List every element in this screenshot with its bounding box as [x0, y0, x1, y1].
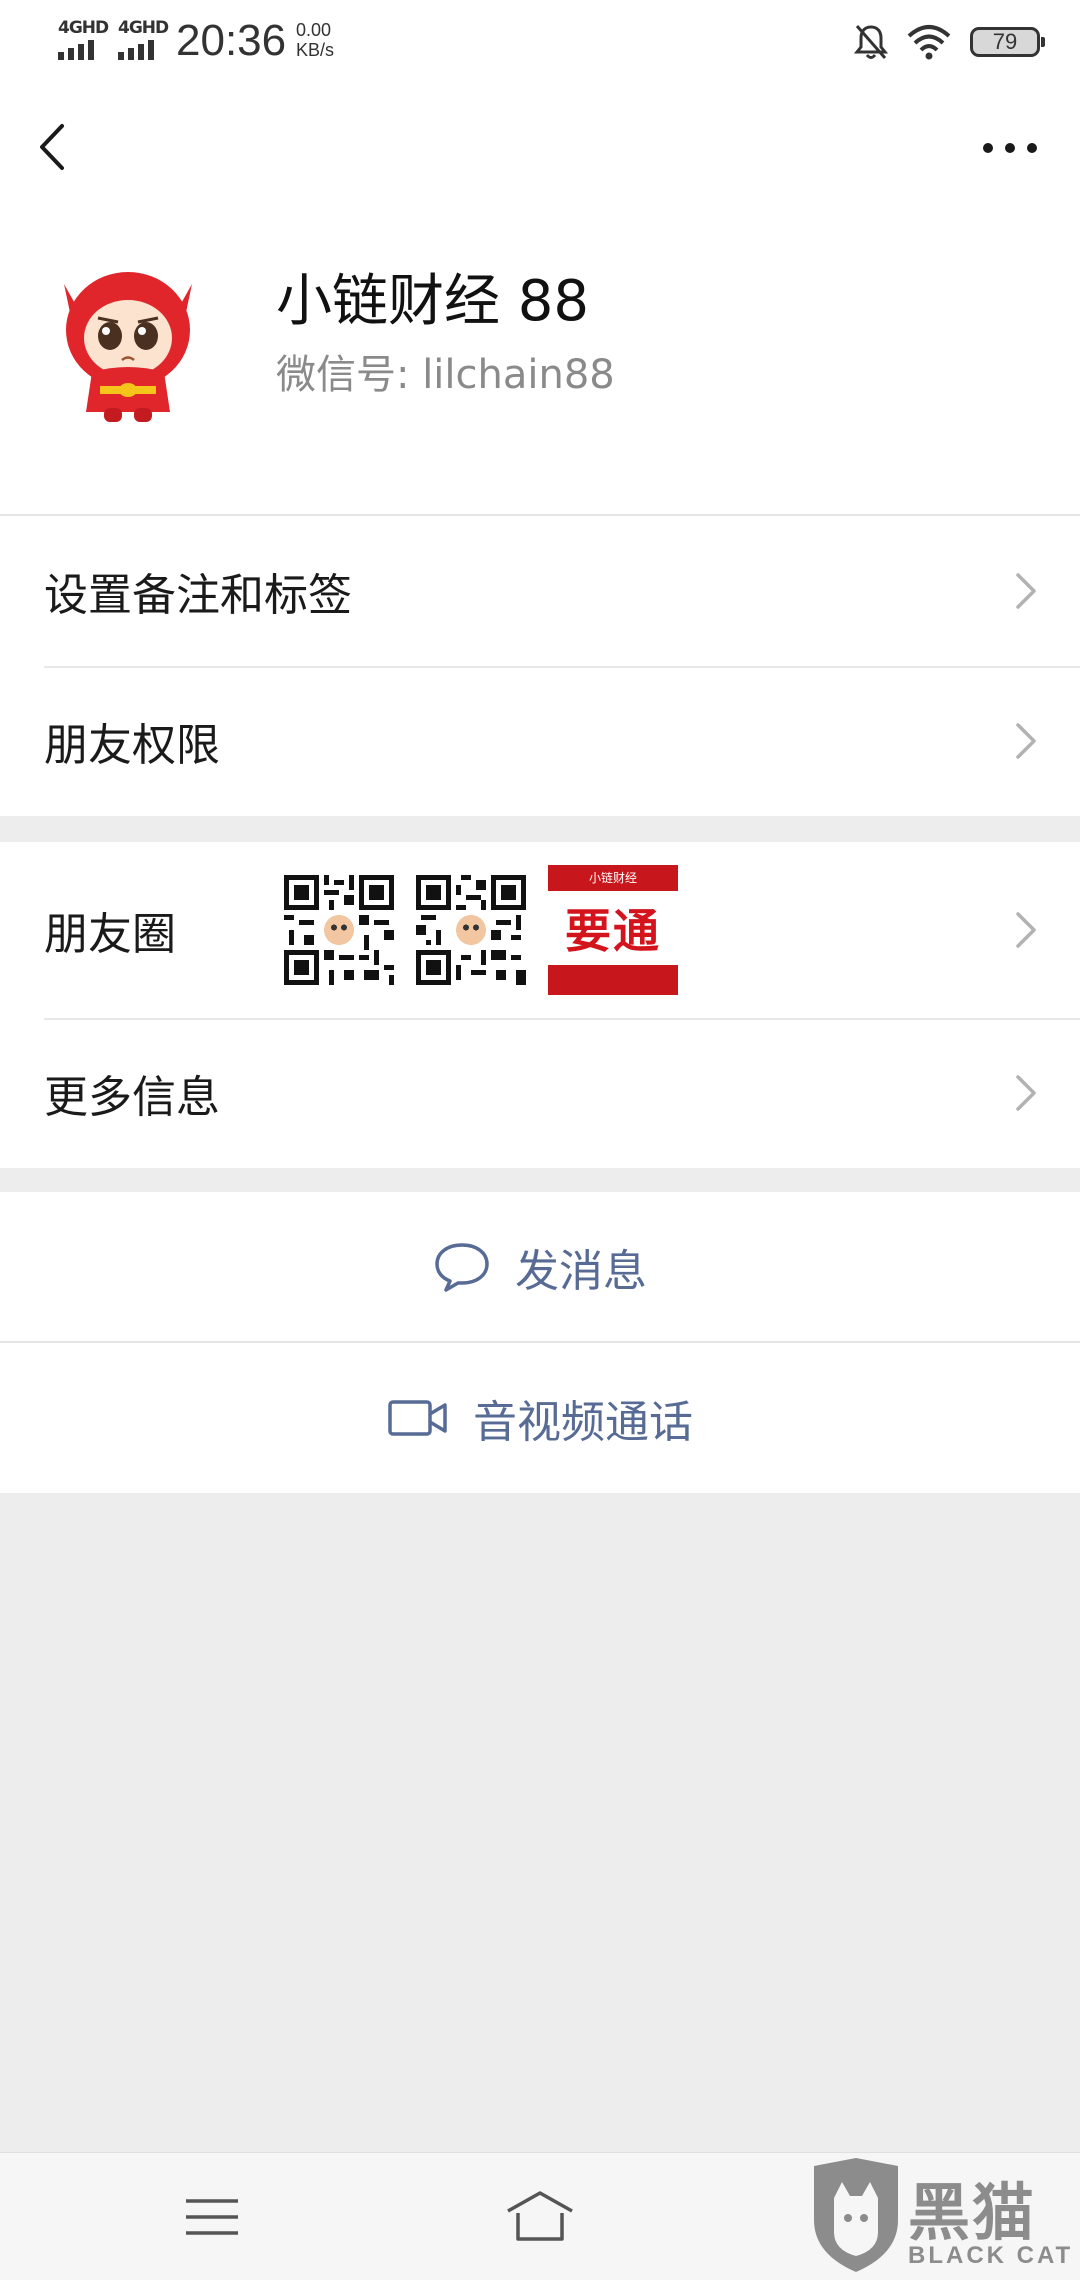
qr-code-thumbnail[interactable] — [416, 875, 526, 985]
more-dots-icon — [983, 143, 1037, 153]
speed-value: 0.00 — [296, 20, 332, 40]
cat-shield-logo-icon — [814, 2158, 898, 2272]
hamburger-menu-icon — [186, 2199, 238, 2235]
status-icons: 79 — [854, 20, 1045, 64]
back-button[interactable] — [30, 112, 90, 182]
settings-section: 设置备注和标签 朋友权限 — [0, 516, 1080, 816]
friend-permissions-row[interactable]: 朋友权限 — [0, 666, 1080, 816]
chevron-right-icon — [1016, 723, 1036, 759]
home-icon — [507, 2191, 573, 2241]
more-info-label: 更多信息 — [44, 1072, 220, 1123]
remark-tags-label: 设置备注和标签 — [44, 570, 352, 621]
qr-code-thumbnail[interactable] — [284, 875, 394, 985]
friend-permissions-label: 朋友权限 — [44, 720, 220, 771]
chevron-right-icon — [1016, 912, 1036, 948]
signal-bars-icon — [58, 40, 94, 60]
info-section: 朋友圈 小链财经 要通 更多信息 — [0, 842, 1080, 1168]
network-speed: 0.00 KB/s — [296, 20, 334, 60]
speed-unit: KB/s — [296, 40, 335, 60]
network-type-1: 4GHD — [58, 18, 109, 38]
promo-brand: 小链财经 — [588, 871, 637, 885]
qr-code-icon — [416, 875, 526, 985]
chevron-right-icon — [1016, 1075, 1036, 1111]
signal-bars-icon — [118, 40, 154, 60]
more-button[interactable] — [960, 112, 1060, 182]
remark-tags-row[interactable]: 设置备注和标签 — [0, 516, 1080, 666]
top-nav — [0, 82, 1080, 212]
more-info-row[interactable]: 更多信息 — [0, 1018, 1080, 1168]
send-message-button[interactable]: 发消息 — [0, 1192, 1080, 1342]
battery-icon: 79 — [970, 27, 1045, 57]
black-cat-watermark: 黑猫 BLACK CAT — [800, 2152, 1080, 2280]
clock: 20:36 — [176, 16, 287, 65]
devil-mascot-avatar-icon — [42, 254, 214, 426]
system-nav-bar: 黑猫 BLACK CAT — [0, 2152, 1080, 2280]
promo-text: 要通 — [548, 891, 678, 965]
chevron-left-icon — [40, 124, 64, 170]
video-call-label: 音视频通话 — [473, 1397, 693, 1448]
contact-name: 小链财经 88 — [276, 269, 590, 334]
watermark-subtext: BLACK CAT — [908, 2242, 1074, 2269]
watermark-text: 黑猫 — [908, 2176, 1037, 2249]
profile-header: 小链财经 88 微信号: lilchain88 — [0, 212, 1080, 516]
moments-row[interactable]: 朋友圈 小链财经 要通 — [0, 842, 1080, 1018]
qr-code-icon — [284, 875, 394, 985]
moments-label: 朋友圈 — [44, 909, 176, 960]
chat-bubble-icon — [435, 1243, 489, 1292]
video-camera-icon — [388, 1400, 447, 1436]
home-button[interactable] — [500, 2187, 580, 2247]
avatar[interactable] — [42, 254, 214, 426]
wechat-id: 微信号: lilchain88 — [276, 352, 615, 398]
moments-thumbnails: 小链财经 要通 — [284, 864, 678, 996]
status-bar: 4GHD 4GHD 20:36 0.00 KB/s 79 — [0, 0, 1080, 82]
battery-level: 79 — [992, 29, 1018, 54]
menu-button[interactable] — [172, 2187, 252, 2247]
network-type-2: 4GHD — [118, 18, 169, 38]
mute-bell-icon — [854, 25, 888, 59]
send-message-label: 发消息 — [515, 1246, 647, 1297]
promo-image-thumbnail[interactable]: 小链财经 要通 — [548, 865, 678, 995]
chevron-right-icon — [1016, 573, 1036, 609]
video-call-button[interactable]: 音视频通话 — [0, 1343, 1080, 1493]
wifi-icon — [907, 25, 951, 60]
